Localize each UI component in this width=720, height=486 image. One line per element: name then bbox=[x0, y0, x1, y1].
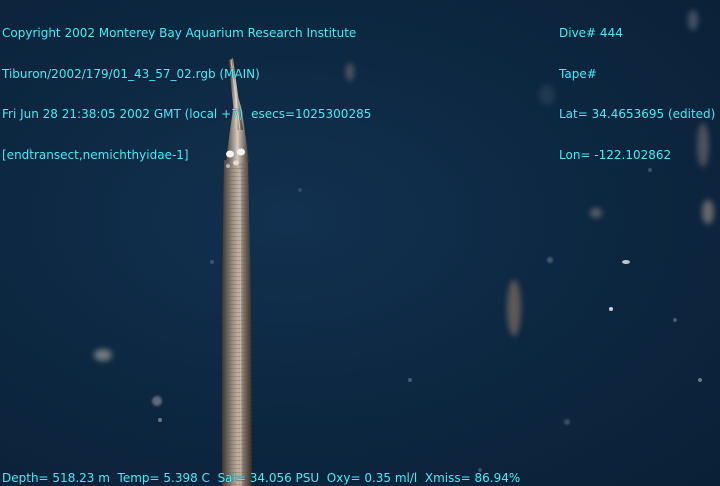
particle bbox=[539, 85, 555, 105]
sensor-readout: Depth= 518.23 m Temp= 5.398 C Sal= 34.05… bbox=[2, 471, 521, 485]
dive-info-overlay: Dive# 444 Tape# Lat= 34.4653695 (edited)… bbox=[559, 0, 715, 189]
annotation-line: [endtransect,nemichthyidae-1] bbox=[2, 147, 189, 162]
particle bbox=[609, 307, 613, 311]
particle bbox=[94, 349, 112, 361]
particle bbox=[622, 260, 630, 264]
particle bbox=[210, 260, 214, 264]
particle bbox=[564, 419, 570, 425]
particle bbox=[547, 257, 553, 263]
tape-number: Tape# bbox=[559, 66, 597, 81]
metadata-overlay: Copyright 2002 Monterey Bay Aquarium Res… bbox=[2, 0, 371, 189]
particle bbox=[702, 200, 714, 224]
copyright-line: Copyright 2002 Monterey Bay Aquarium Res… bbox=[2, 26, 357, 40]
particle bbox=[590, 208, 602, 218]
source-file-line: Tiburon/2002/179/01_43_57_02.rgb (MAIN) bbox=[2, 66, 260, 81]
eel-body-stripes bbox=[222, 160, 252, 486]
timestamp-line: Fri Jun 28 21:38:05 2002 GMT (local +7) … bbox=[2, 107, 372, 121]
particle bbox=[507, 280, 521, 336]
particle bbox=[673, 318, 677, 322]
latitude: Lat= 34.4653695 (edited) bbox=[559, 107, 716, 121]
particle bbox=[408, 378, 412, 382]
particle bbox=[152, 396, 162, 406]
dive-number: Dive# 444 bbox=[559, 26, 623, 40]
video-frame: Copyright 2002 Monterey Bay Aquarium Res… bbox=[0, 0, 720, 486]
particle bbox=[698, 378, 702, 382]
longitude: Lon= -122.102862 bbox=[559, 147, 672, 162]
particle bbox=[158, 418, 162, 422]
